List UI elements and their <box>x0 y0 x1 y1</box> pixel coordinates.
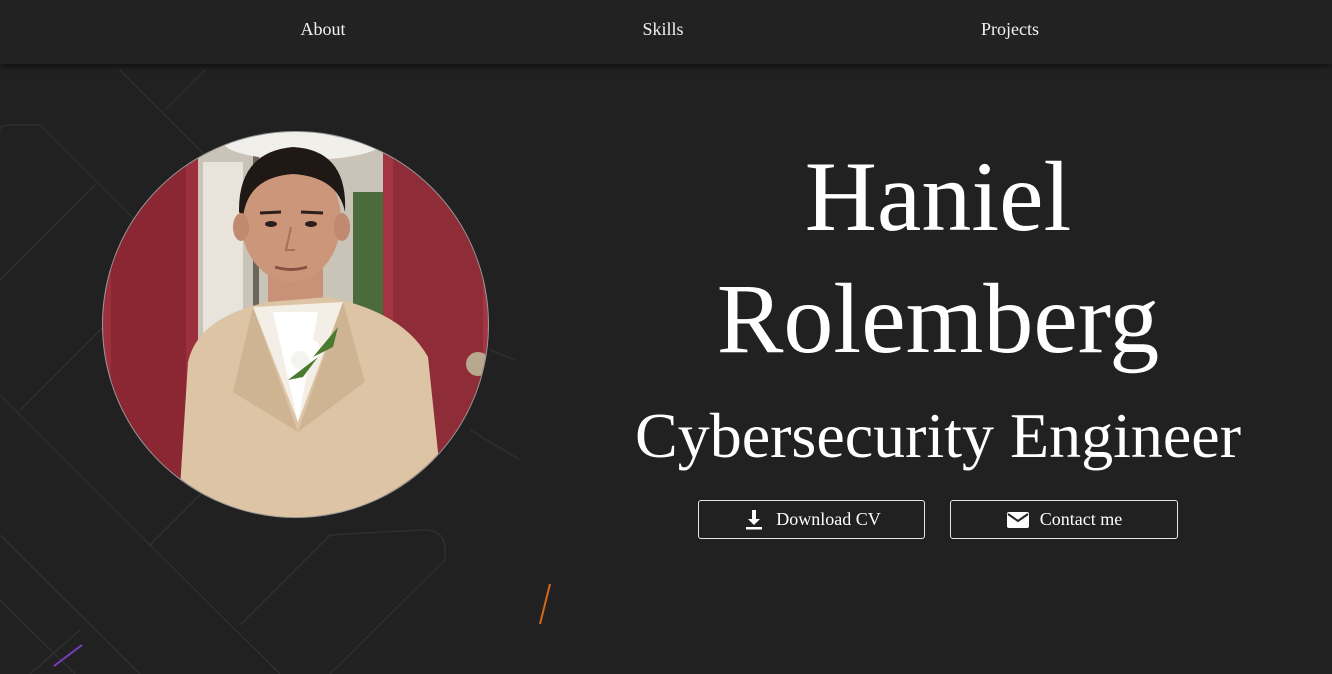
contact-me-button[interactable]: Contact me <box>950 500 1178 539</box>
profile-photo <box>102 131 489 518</box>
download-cv-label: Download CV <box>776 509 881 529</box>
hero-first-name: Haniel <box>804 141 1072 252</box>
hero-name: Haniel Rolemberg <box>620 136 1256 380</box>
nav-link-skills[interactable]: Skills <box>642 19 683 40</box>
mail-icon <box>1006 508 1030 532</box>
download-cv-button[interactable]: Download CV <box>698 500 925 539</box>
hero-last-name: Rolemberg <box>716 263 1160 374</box>
nav-link-about[interactable]: About <box>301 19 346 40</box>
contact-me-label: Contact me <box>1039 509 1123 529</box>
hero-job-title: Cybersecurity Engineer <box>635 400 1241 471</box>
page: About Skills Projects Haniel Rolemberg C… <box>0 0 1332 674</box>
navbar: About Skills Projects <box>0 0 1332 64</box>
download-icon <box>742 508 766 532</box>
nav-link-projects[interactable]: Projects <box>981 19 1039 40</box>
